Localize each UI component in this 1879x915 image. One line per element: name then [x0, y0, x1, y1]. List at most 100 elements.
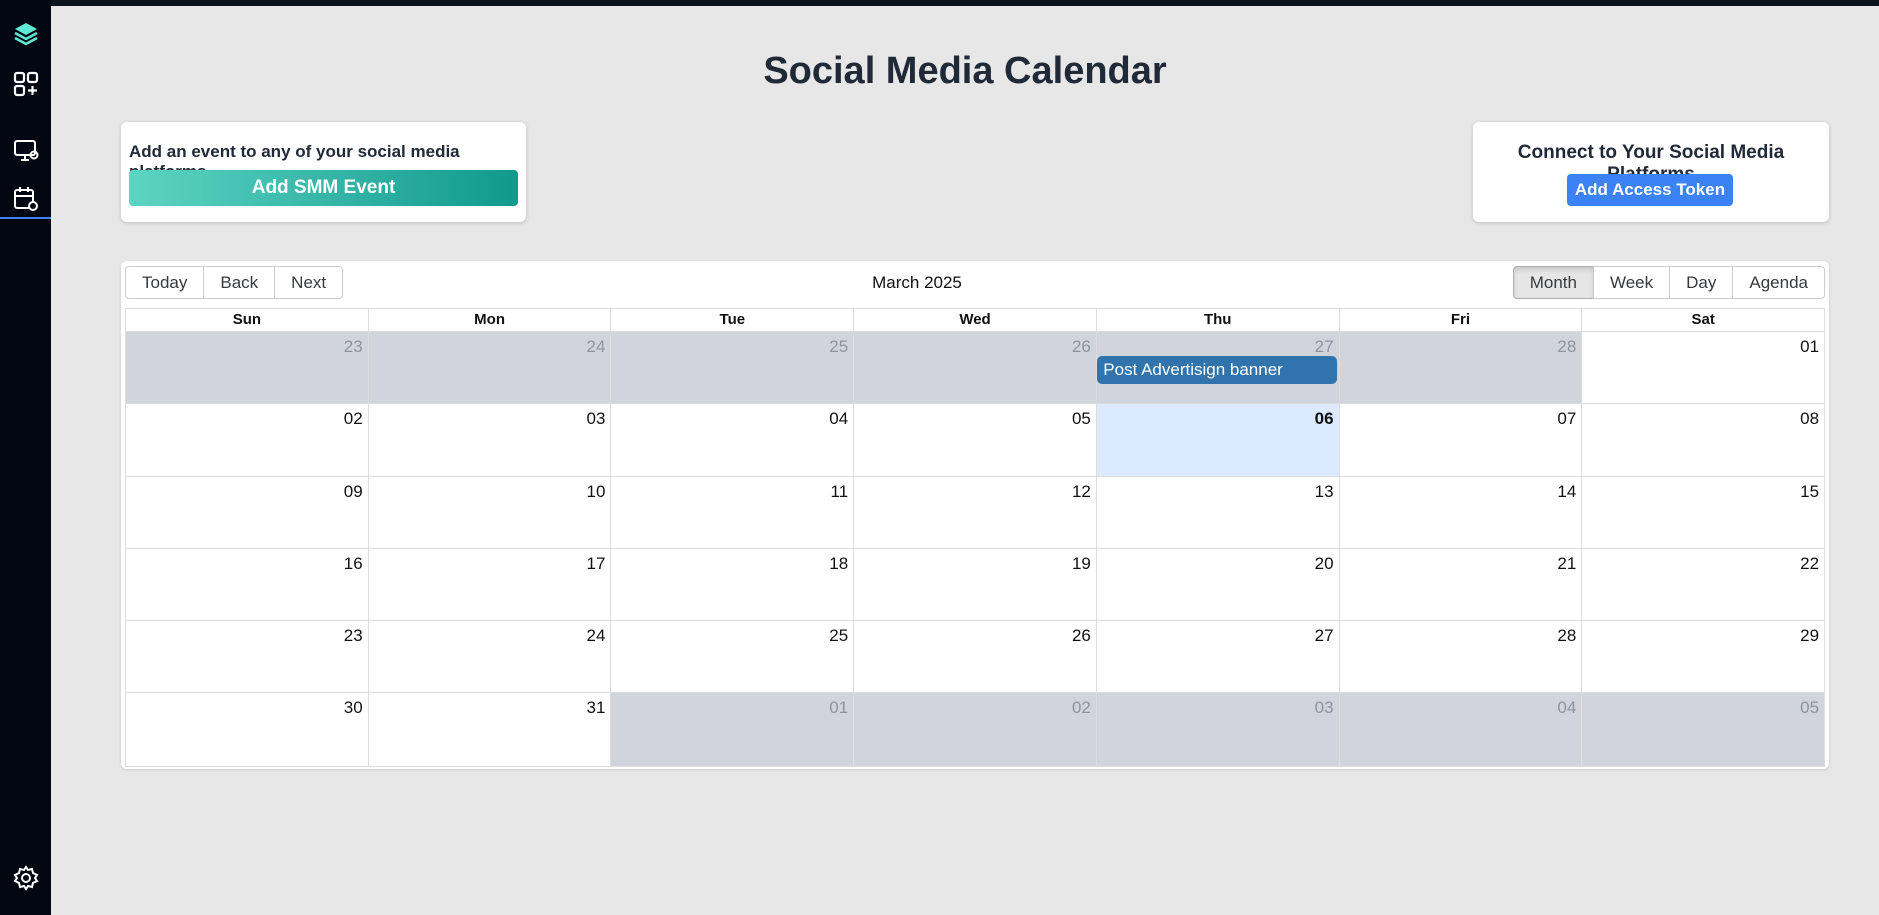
day-cell[interactable]: 30 — [126, 693, 368, 766]
day-cell[interactable]: 25 — [610, 621, 854, 693]
date-number[interactable]: 03 — [587, 409, 606, 429]
day-cell[interactable]: 14 — [1338, 476, 1582, 548]
date-number[interactable]: 19 — [1072, 554, 1091, 574]
date-number[interactable]: 11 — [831, 482, 849, 502]
week-row: 09 10 11 12 13 14 15 — [126, 476, 1825, 549]
day-cell[interactable]: 25 — [610, 332, 854, 404]
day-cell[interactable]: 09 — [126, 476, 368, 548]
date-number[interactable]: 23 — [344, 337, 363, 357]
day-cell[interactable]: 18 — [610, 548, 854, 621]
day-cell[interactable]: 17 — [367, 548, 611, 621]
date-number[interactable]: 07 — [1557, 409, 1576, 429]
day-cell[interactable]: 24 — [367, 332, 611, 404]
day-cell[interactable]: 24 — [367, 621, 611, 693]
date-number[interactable]: 20 — [1315, 554, 1334, 574]
day-cell[interactable]: 11 — [610, 476, 854, 548]
day-cell[interactable]: 04 — [1338, 693, 1582, 766]
date-number[interactable]: 02 — [344, 409, 363, 429]
apps-add-icon[interactable] — [0, 64, 51, 104]
date-number[interactable]: 04 — [829, 409, 848, 429]
calendar-event[interactable]: Post Advertisign banner — [1097, 356, 1337, 384]
day-cell[interactable]: 02 — [853, 693, 1096, 766]
date-number[interactable]: 25 — [829, 626, 848, 646]
date-number[interactable]: 24 — [587, 626, 606, 646]
day-cell[interactable]: 26 — [853, 332, 1096, 404]
date-number[interactable]: 06 — [1315, 409, 1334, 429]
day-cell[interactable]: 23 — [126, 332, 368, 404]
calendar-settings-icon[interactable] — [0, 179, 51, 219]
date-number[interactable]: 22 — [1800, 554, 1819, 574]
date-number[interactable]: 24 — [587, 337, 606, 357]
date-number[interactable]: 21 — [1557, 554, 1576, 574]
day-cell[interactable]: 02 — [126, 404, 368, 476]
settings-icon[interactable] — [0, 858, 51, 898]
monitor-settings-icon[interactable] — [0, 131, 51, 171]
day-cell[interactable]: 23 — [126, 621, 368, 693]
date-number[interactable]: 05 — [1072, 409, 1091, 429]
date-number[interactable]: 18 — [829, 554, 848, 574]
date-number[interactable]: 27 — [1315, 626, 1334, 646]
date-number[interactable]: 01 — [829, 698, 848, 718]
day-cell[interactable]: 19 — [853, 548, 1096, 621]
day-cell[interactable]: 07 — [1338, 404, 1582, 476]
date-number[interactable]: 12 — [1072, 482, 1091, 502]
date-number[interactable]: 31 — [587, 698, 606, 718]
day-cell[interactable]: 28 — [1338, 621, 1582, 693]
day-cell[interactable]: 03 — [367, 404, 611, 476]
day-cell[interactable]: 15 — [1581, 476, 1825, 548]
week-row: 02 03 04 05 06 07 08 — [126, 404, 1825, 477]
date-number[interactable]: 29 — [1800, 626, 1819, 646]
view-button-group: Month Week Day Agenda — [1512, 266, 1825, 299]
date-number[interactable]: 16 — [344, 554, 363, 574]
day-cell[interactable]: 01 — [1581, 332, 1825, 404]
day-cell[interactable]: 08 — [1581, 404, 1825, 476]
date-number[interactable]: 28 — [1557, 626, 1576, 646]
day-cell[interactable]: 04 — [610, 404, 854, 476]
view-week-button[interactable]: Week — [1592, 266, 1671, 299]
sidebar — [0, 0, 51, 915]
date-number[interactable]: 27 — [1315, 337, 1334, 357]
view-agenda-button[interactable]: Agenda — [1732, 266, 1825, 299]
date-number[interactable]: 26 — [1072, 337, 1091, 357]
date-number[interactable]: 08 — [1800, 409, 1819, 429]
view-day-button[interactable]: Day — [1669, 266, 1734, 299]
date-number[interactable]: 15 — [1800, 482, 1819, 502]
date-number[interactable]: 25 — [829, 337, 848, 357]
day-cell[interactable]: 27 — [1095, 621, 1339, 693]
view-month-button[interactable]: Month — [1512, 266, 1594, 299]
day-cell[interactable]: 03 — [1095, 693, 1339, 766]
add-access-token-button[interactable]: Add Access Token — [1567, 174, 1733, 206]
day-cell[interactable]: 21 — [1338, 548, 1582, 621]
day-cell[interactable]: 28 — [1338, 332, 1582, 404]
date-number[interactable]: 14 — [1557, 482, 1576, 502]
day-cell-today[interactable]: 06 — [1095, 404, 1339, 476]
date-number[interactable]: 23 — [344, 626, 363, 646]
date-number[interactable]: 05 — [1800, 698, 1819, 718]
day-cell[interactable]: 05 — [853, 404, 1096, 476]
day-cell[interactable]: 20 — [1095, 548, 1339, 621]
date-number[interactable]: 28 — [1557, 337, 1576, 357]
date-number[interactable]: 30 — [344, 698, 363, 718]
date-number[interactable]: 13 — [1315, 482, 1334, 502]
weekday-header-cell: Fri — [1338, 309, 1582, 331]
day-cell[interactable]: 26 — [853, 621, 1096, 693]
day-cell[interactable]: 10 — [367, 476, 611, 548]
add-smm-event-button[interactable]: Add SMM Event — [129, 170, 518, 206]
date-number[interactable]: 01 — [1800, 337, 1819, 357]
date-number[interactable]: 02 — [1072, 698, 1091, 718]
day-cell[interactable]: 16 — [126, 548, 368, 621]
day-cell[interactable]: 01 — [610, 693, 854, 766]
day-cell[interactable]: 29 — [1581, 621, 1825, 693]
day-cell[interactable]: 13 — [1095, 476, 1339, 548]
date-number[interactable]: 10 — [587, 482, 606, 502]
date-number[interactable]: 03 — [1315, 698, 1334, 718]
date-number[interactable]: 04 — [1557, 698, 1576, 718]
date-number[interactable]: 26 — [1072, 626, 1091, 646]
day-cell[interactable]: 31 — [367, 693, 611, 766]
day-cell[interactable]: 22 — [1581, 548, 1825, 621]
date-number[interactable]: 09 — [344, 482, 363, 502]
date-number[interactable]: 17 — [587, 554, 606, 574]
day-cell[interactable]: 05 — [1581, 693, 1825, 766]
day-cell[interactable]: 12 — [853, 476, 1096, 548]
logo-icon[interactable] — [0, 14, 51, 54]
